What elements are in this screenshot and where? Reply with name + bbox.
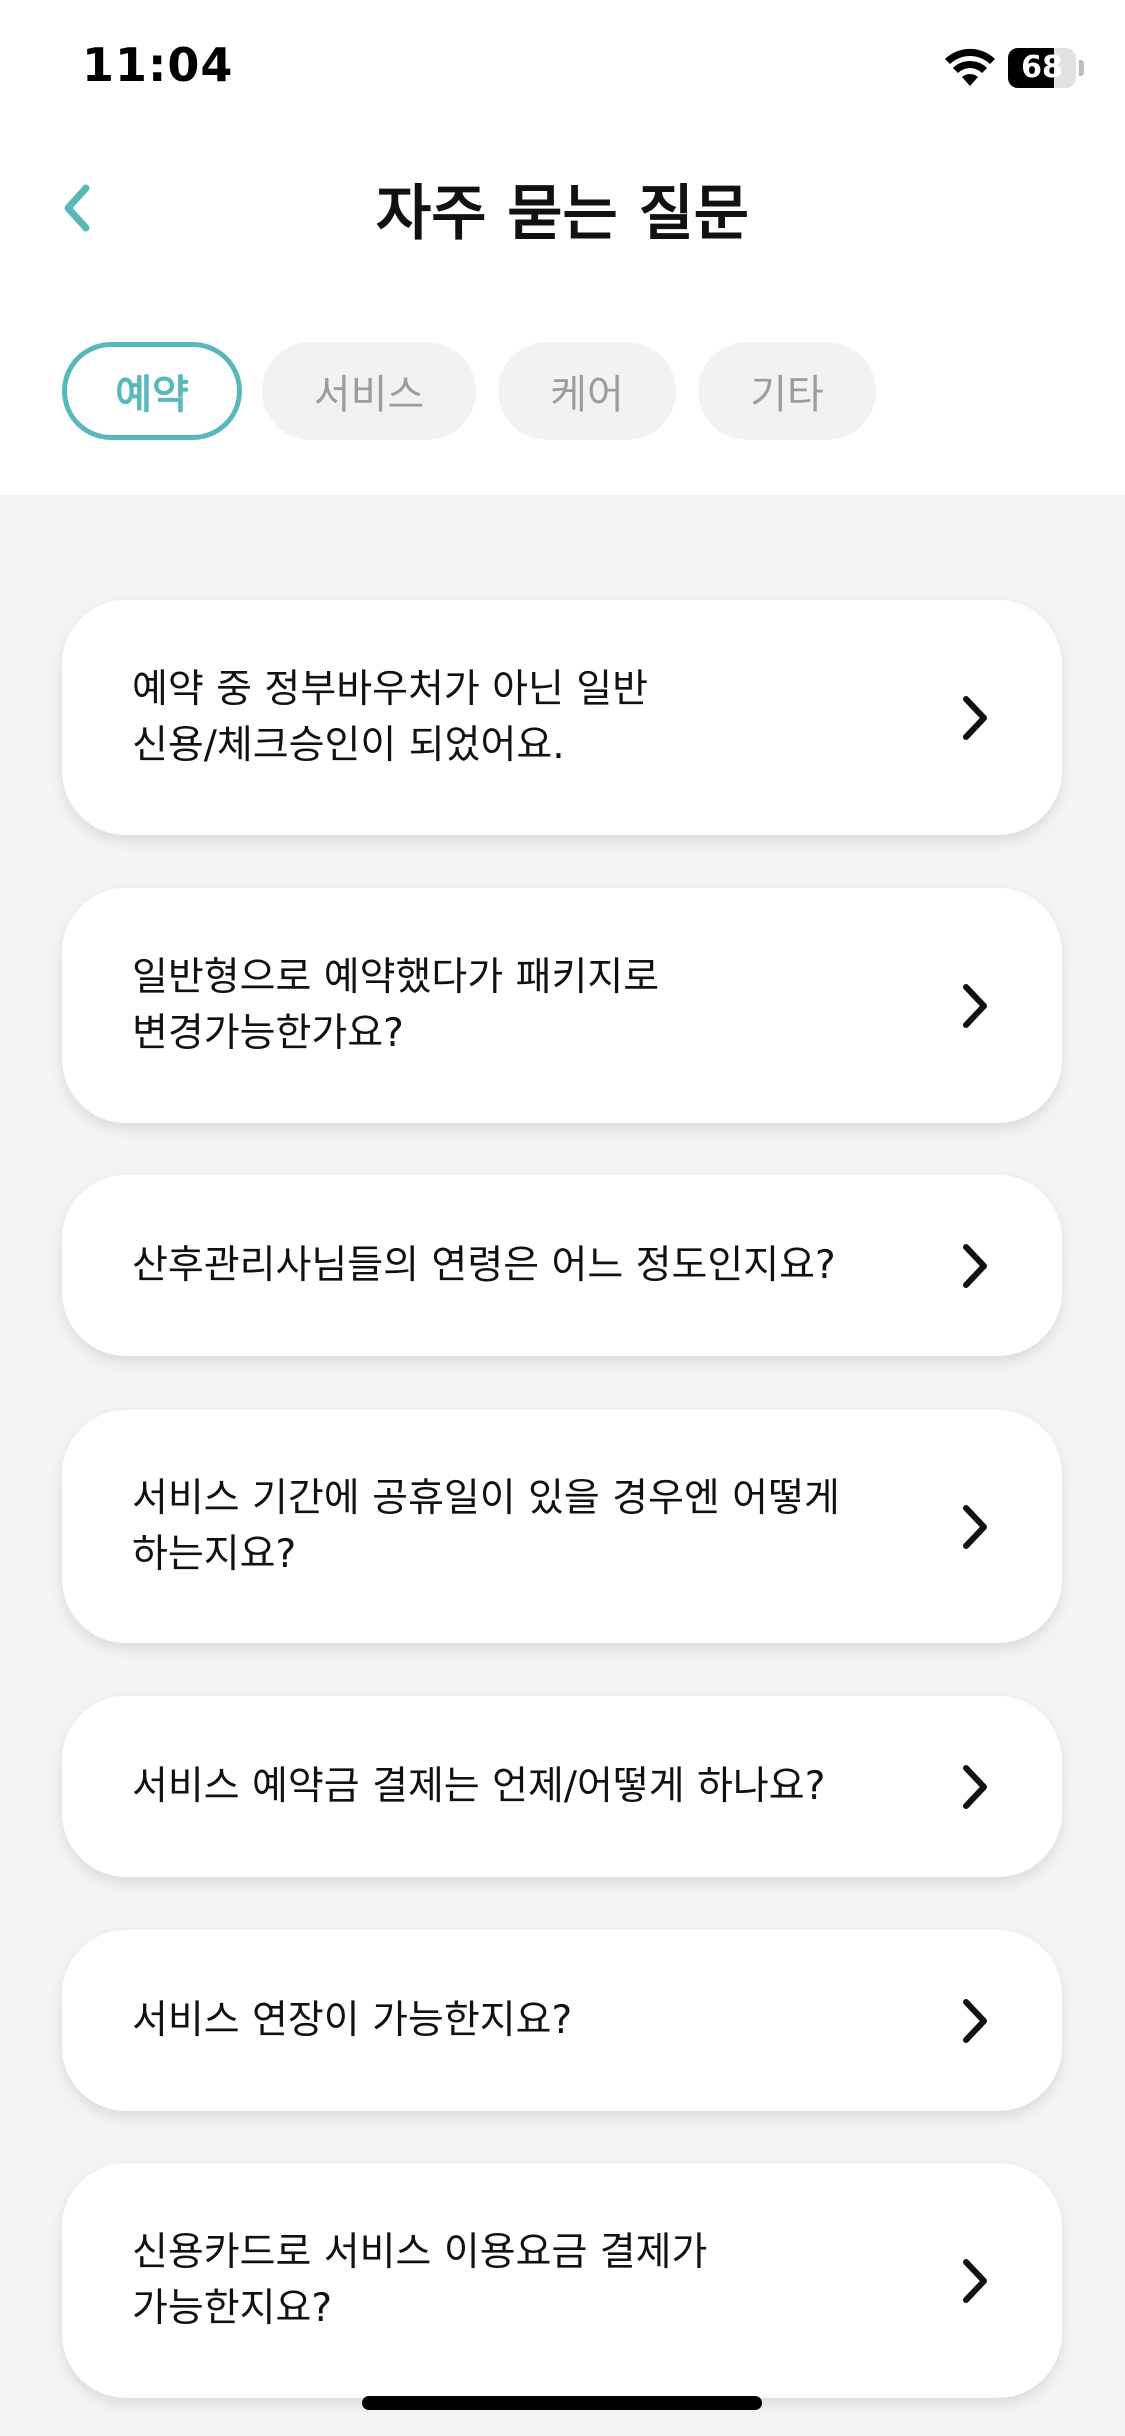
faq-question: 서비스 기간에 공휴일이 있을 경우엔 어떻게 하는지요? (132, 1475, 840, 1577)
chevron-right-icon (963, 1243, 987, 1288)
faq-item[interactable]: 산후관리사님들의 연령은 어느 정도인지요? (62, 1175, 1062, 1356)
faq-question: 서비스 연장이 가능한지요? (132, 1997, 573, 2043)
chevron-right-icon (963, 983, 987, 1028)
tab-reservation[interactable]: 예약 (62, 342, 242, 440)
home-indicator (362, 2396, 762, 2410)
tab-care[interactable]: 케어 (498, 342, 676, 440)
faq-question: 서비스 예약금 결제는 언제/어떻게 하나요? (132, 1763, 826, 1809)
chevron-right-icon (963, 1504, 987, 1549)
tab-service[interactable]: 서비스 (262, 342, 476, 440)
page-title: 자주 묻는 질문 (376, 179, 749, 249)
battery-indicator: 68 (1008, 48, 1076, 88)
faq-item[interactable]: 서비스 기간에 공휴일이 있을 경우엔 어떻게 하는지요? (62, 1410, 1062, 1643)
faq-item[interactable]: 서비스 연장이 가능한지요? (62, 1930, 1062, 2111)
chevron-right-icon (963, 695, 987, 740)
chevron-right-icon (963, 2258, 987, 2303)
faq-question: 일반형으로 예약했다가 패키지로 변경가능한가요? (132, 954, 660, 1056)
battery-cap (1079, 60, 1084, 76)
faq-item[interactable]: 신용카드로 서비스 이용요금 결제가 가능한지요? (62, 2163, 1062, 2398)
battery-percent: 68 (1021, 50, 1063, 85)
faq-item[interactable]: 예약 중 정부바우처가 아닌 일반 신용/체크승인이 되었어요. (62, 600, 1062, 835)
faq-item[interactable]: 서비스 예약금 결제는 언제/어떻게 하나요? (62, 1696, 1062, 1877)
faq-question: 신용카드로 서비스 이용요금 결제가 가능한지요? (132, 2229, 708, 2331)
faq-item[interactable]: 일반형으로 예약했다가 패키지로 변경가능한가요? (62, 888, 1062, 1123)
status-bar: 11:04 68 (0, 0, 1125, 140)
status-time: 11:04 (82, 38, 234, 92)
wifi-icon (945, 48, 995, 86)
faq-question: 예약 중 정부바우처가 아닌 일반 신용/체크승인이 되었어요. (132, 666, 649, 768)
faq-question: 산후관리사님들의 연령은 어느 정도인지요? (132, 1242, 836, 1288)
tab-etc[interactable]: 기타 (698, 342, 876, 440)
chevron-right-icon (963, 1764, 987, 1809)
chevron-right-icon (963, 1998, 987, 2043)
